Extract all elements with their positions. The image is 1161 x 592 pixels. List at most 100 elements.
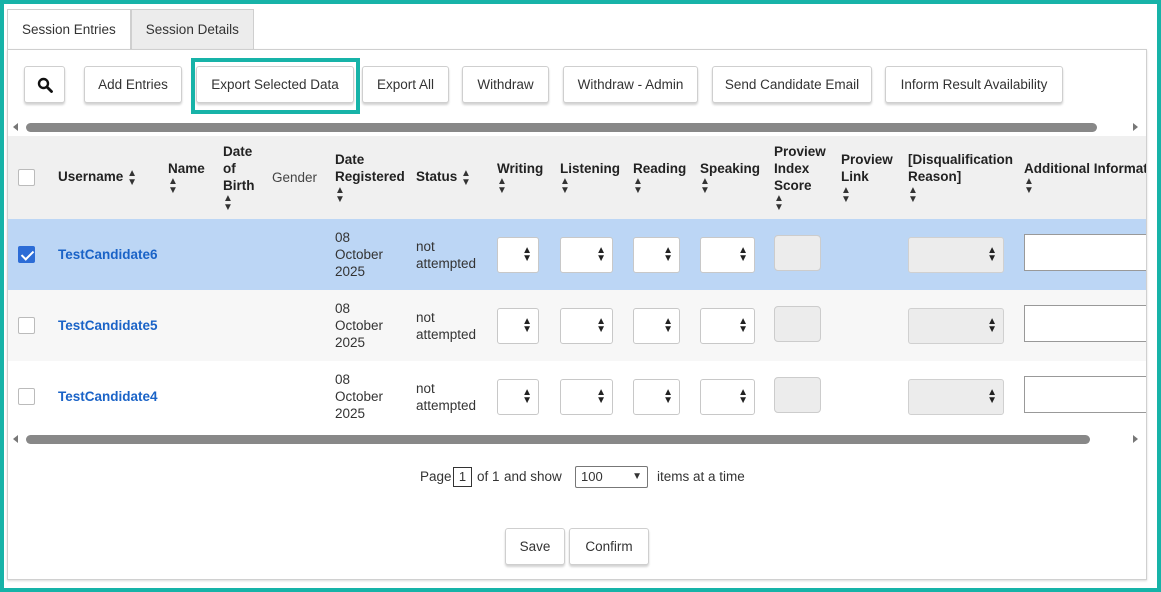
select-arrows-icon: ▲ ▼ [596, 244, 606, 264]
table-row[interactable]: TestCandidate6 08 October 2025 not attem… [8, 219, 1146, 290]
select-arrows-icon: ▲ ▼ [596, 386, 606, 406]
username-link[interactable]: TestCandidate5 [58, 318, 158, 333]
col-name[interactable]: Name ▲ ▼ [164, 136, 219, 219]
sort-icon[interactable]: ▲ ▼ [461, 168, 471, 187]
select-arrows-icon: ▲ ▼ [663, 244, 673, 264]
row-checkbox[interactable] [18, 388, 35, 406]
tab-session-entries[interactable]: Session Entries [7, 9, 131, 50]
disqualification-select: ▲ ▼ [908, 378, 1004, 415]
col-writing[interactable]: Writing ▲ ▼ [493, 136, 556, 219]
inform-result-availability-button[interactable]: Inform Result Availability [885, 66, 1063, 103]
select-arrows-icon: ▲ ▼ [738, 386, 748, 406]
additional-info-input[interactable] [1024, 305, 1146, 342]
writing-select[interactable]: ▲ ▼ [497, 236, 539, 273]
tab-session-details[interactable]: Session Details [130, 9, 254, 50]
scroll-thumb[interactable] [26, 123, 1097, 132]
session-entries-panel: Add Entries Export Selected Data Export … [7, 49, 1147, 580]
col-additional-information[interactable]: Additional Informati ▲ ▼ [1020, 136, 1146, 219]
scroll-left-icon[interactable] [13, 123, 18, 131]
listening-select[interactable]: ▲ ▼ [560, 236, 613, 273]
table-scrollbar-bottom[interactable] [8, 434, 1146, 446]
row-checkbox[interactable] [18, 317, 35, 335]
sort-icon[interactable]: ▲ ▼ [1024, 177, 1034, 196]
date-registered: 08 October 2025 [335, 372, 384, 421]
disqualification-select: ▲ ▼ [908, 307, 1004, 344]
col-username[interactable]: Username ▲ ▼ [54, 136, 164, 219]
sort-icon[interactable]: ▲ ▼ [774, 194, 784, 213]
col-reading[interactable]: Reading ▲ ▼ [629, 136, 696, 219]
sort-icon[interactable]: ▲ ▼ [841, 185, 851, 204]
col-proview-index-score[interactable]: Proview Index Score ▲ ▼ [770, 136, 837, 219]
items-per-page-value: 100 [581, 469, 603, 484]
withdraw-button[interactable]: Withdraw [462, 66, 549, 103]
sort-icon[interactable]: ▲ ▼ [168, 177, 178, 196]
sort-icon[interactable]: ▲ ▼ [127, 168, 137, 187]
items-per-page-select[interactable]: 100 ▼ [575, 466, 648, 488]
col-gender: Gender [268, 136, 331, 219]
col-disqualification-reason[interactable]: [Disqualification Reason] ▲ ▼ [904, 136, 1020, 219]
select-arrows-icon: ▲ ▼ [596, 315, 606, 335]
additional-info-input[interactable] [1024, 376, 1146, 413]
select-arrows-icon: ▲ ▼ [663, 315, 673, 335]
proview-score-field [774, 376, 821, 413]
page-number-input[interactable]: 1 [453, 467, 472, 487]
table-row[interactable]: TestCandidate4 08 October 2025 not attem… [8, 361, 1146, 432]
listening-select[interactable]: ▲ ▼ [560, 307, 613, 344]
select-arrows-icon: ▲ ▼ [522, 315, 532, 335]
select-arrows-icon: ▲ ▼ [987, 315, 997, 335]
sort-icon[interactable]: ▲ ▼ [335, 185, 345, 204]
select-all-checkbox[interactable] [18, 169, 35, 187]
status-text: not attempted [416, 238, 477, 271]
table-header-row: Username ▲ ▼ Name ▲ ▼ Date of Birth ▲ ▼ Gende… [8, 136, 1146, 219]
withdraw-admin-button[interactable]: Withdraw - Admin [563, 66, 698, 103]
reading-select[interactable]: ▲ ▼ [633, 236, 680, 273]
speaking-select[interactable]: ▲ ▼ [700, 236, 755, 273]
sort-icon[interactable]: ▲ ▼ [908, 185, 918, 204]
status-text: not attempted [416, 380, 477, 413]
reading-select[interactable]: ▲ ▼ [633, 307, 680, 344]
select-arrows-icon: ▲ ▼ [738, 315, 748, 335]
sort-icon[interactable]: ▲ ▼ [497, 177, 507, 196]
speaking-select[interactable]: ▲ ▼ [700, 378, 755, 415]
sort-icon[interactable]: ▲ ▼ [700, 177, 710, 196]
username-link[interactable]: TestCandidate4 [58, 389, 158, 404]
col-date-of-birth[interactable]: Date of Birth ▲ ▼ [219, 136, 268, 219]
date-registered: 08 October 2025 [335, 301, 384, 350]
select-arrows-icon: ▲ ▼ [522, 386, 532, 406]
proview-score-field [774, 234, 821, 271]
scroll-left-icon[interactable] [13, 435, 18, 443]
sort-icon[interactable]: ▲ ▼ [560, 177, 570, 196]
row-checkbox[interactable] [18, 246, 35, 264]
sort-icon[interactable]: ▲ ▼ [633, 177, 643, 196]
date-registered: 08 October 2025 [335, 230, 384, 279]
scroll-right-icon[interactable] [1133, 123, 1138, 131]
select-arrows-icon: ▲ ▼ [987, 244, 997, 264]
col-proview-link[interactable]: Proview Link ▲ ▼ [837, 136, 904, 219]
export-selected-data-button[interactable]: Export Selected Data [196, 66, 354, 103]
reading-select[interactable]: ▲ ▼ [633, 378, 680, 415]
send-candidate-email-button[interactable]: Send Candidate Email [712, 66, 872, 103]
tab-bar: Session Entries Session Details [7, 9, 254, 50]
confirm-button[interactable]: Confirm [569, 528, 649, 565]
add-entries-button[interactable]: Add Entries [84, 66, 182, 103]
listening-select[interactable]: ▲ ▼ [560, 378, 613, 415]
col-speaking[interactable]: Speaking ▲ ▼ [696, 136, 770, 219]
scroll-thumb[interactable] [26, 435, 1090, 444]
table-scrollbar-top[interactable] [8, 122, 1146, 134]
speaking-select[interactable]: ▲ ▼ [700, 307, 755, 344]
username-link[interactable]: TestCandidate6 [58, 247, 158, 262]
writing-select[interactable]: ▲ ▼ [497, 378, 539, 415]
magnifier-icon [37, 77, 53, 93]
sort-icon[interactable]: ▲ ▼ [223, 194, 233, 213]
select-arrows-icon: ▲ ▼ [738, 244, 748, 264]
col-status[interactable]: Status ▲ ▼ [412, 136, 493, 219]
writing-select[interactable]: ▲ ▼ [497, 307, 539, 344]
col-listening[interactable]: Listening ▲ ▼ [556, 136, 629, 219]
search-button[interactable] [24, 66, 65, 103]
table-row[interactable]: TestCandidate5 08 October 2025 not attem… [8, 290, 1146, 361]
scroll-right-icon[interactable] [1133, 435, 1138, 443]
additional-info-input[interactable] [1024, 234, 1146, 271]
export-all-button[interactable]: Export All [362, 66, 449, 103]
col-date-registered[interactable]: Date Registered ▲ ▼ [331, 136, 412, 219]
save-button[interactable]: Save [505, 528, 565, 565]
